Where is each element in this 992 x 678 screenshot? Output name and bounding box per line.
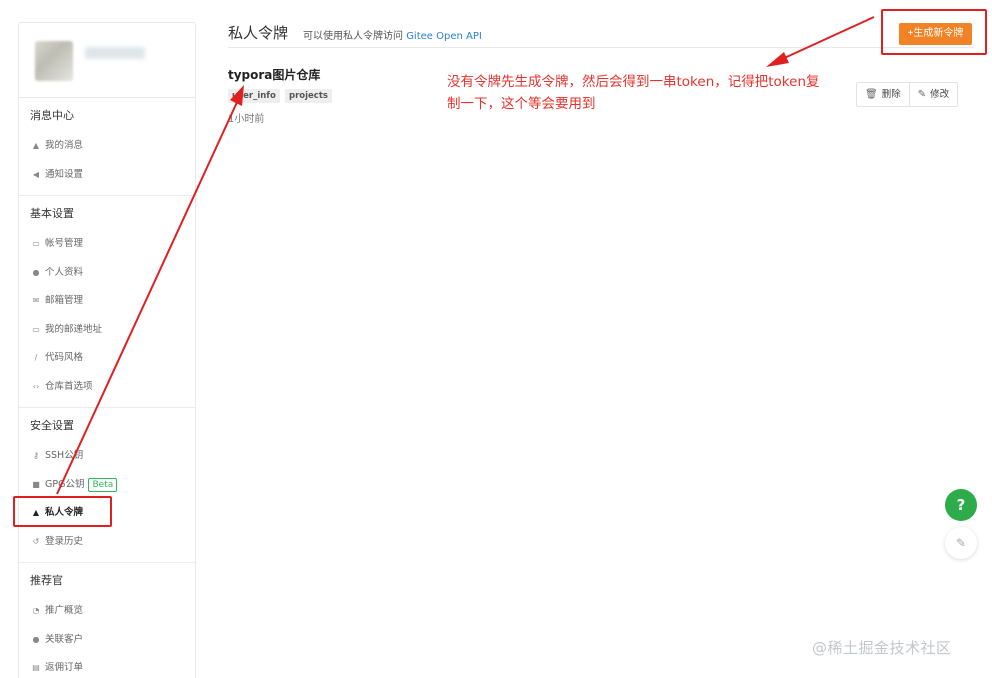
- bell-icon: ▲: [32, 141, 40, 150]
- sidebar-item-repo-preferences[interactable]: ‹› 仓库首选项: [19, 373, 195, 402]
- group-title-referral: 推荐官: [30, 574, 63, 587]
- sidebar-item-notification-settings[interactable]: ◀ 通知设置: [19, 161, 195, 190]
- arrow-head-top: [766, 52, 789, 67]
- code-icon: ‹›: [32, 381, 40, 391]
- page-header: 私人令牌 可以使用私人令牌访问 Gitee Open API +生成新令牌: [228, 20, 974, 48]
- sidebar-item-label: 仓库首选项: [45, 380, 93, 392]
- users-icon: ●: [32, 634, 40, 644]
- user-icon: ●: [32, 267, 40, 277]
- sidebar-item-code-style[interactable]: / 代码风格: [19, 344, 195, 373]
- sidebar-item-label: 关联客户: [45, 633, 84, 645]
- lock-icon: ■: [32, 479, 40, 489]
- menu-group-messages: 消息中心 ▲ 我的消息 ◀ 通知设置: [19, 100, 195, 196]
- scope-tag-user-info: user_info: [228, 89, 280, 103]
- sidebar-item-label: 我的邮递地址: [45, 323, 103, 335]
- edit-icon: ✎: [917, 89, 927, 100]
- delete-button[interactable]: 🗑 删除: [857, 83, 909, 106]
- avatar[interactable]: [35, 41, 73, 81]
- sidebar-item-address[interactable]: ▭ 我的邮递地址: [19, 316, 195, 345]
- highlight-box-generate: [881, 9, 987, 55]
- watermark: @稀土掘金技术社区: [812, 639, 952, 657]
- sidebar-item-label: 帐号管理: [45, 238, 84, 249]
- sidebar-item-commission-orders[interactable]: ▤ 返佣订单: [19, 654, 195, 678]
- sidebar-item-label: 代码风格: [45, 352, 84, 363]
- sidebar-item-promo-overview[interactable]: ◔ 推广概览: [19, 597, 195, 626]
- speaker-icon: ◀: [32, 169, 40, 179]
- key-icon: ⚷: [33, 451, 39, 460]
- edit-button[interactable]: ✎ 修改: [908, 83, 958, 106]
- sidebar-item-label: 返佣订单: [45, 662, 84, 673]
- sidebar-item-label: 登录历史: [45, 535, 84, 547]
- annotation-note: 没有令牌先生成令牌，然后会得到一串token，记得把token复制一下，这个等会…: [447, 74, 820, 112]
- history-icon: ↺: [32, 536, 40, 546]
- beta-badge: Beta: [88, 477, 118, 492]
- edit-label: 修改: [930, 89, 950, 100]
- group-title-security: 安全设置: [30, 419, 74, 432]
- trash-icon: 🗑: [865, 89, 878, 100]
- order-icon: ▤: [32, 663, 40, 672]
- sidebar-item-label: 推广概览: [45, 605, 84, 616]
- sidebar-item-login-history[interactable]: ↺ 登录历史: [19, 528, 195, 557]
- menu-group-referral: 推荐官 ◔ 推广概览 ● 关联客户 ▤ 返佣订单: [19, 565, 195, 678]
- brush-icon: /: [34, 353, 38, 362]
- menu-group-basic: 基本设置 ▭ 帐号管理 ● 个人资料 ✉ 邮箱管理 ▭ 我的邮递地址 / 代码风…: [19, 198, 195, 408]
- group-title-messages: 消息中心: [30, 109, 74, 122]
- edit-icon: ✎: [955, 536, 967, 550]
- sidebar-item-label: 邮箱管理: [45, 295, 84, 306]
- token-name: typora图片仓库: [228, 68, 321, 82]
- sidebar-item-label: 我的消息: [45, 140, 84, 151]
- profile-card[interactable]: [19, 23, 195, 98]
- username-blurred: [85, 47, 145, 59]
- menu-group-security: 安全设置 ⚷ SSH公钥 ■ GPG公钥 Beta ▲ 私人令牌 ↺ 登录历史: [19, 410, 195, 563]
- sidebar-item-linked-customers[interactable]: ● 关联客户: [19, 626, 195, 655]
- subtitle-text: 可以使用私人令牌访问: [303, 31, 403, 42]
- page-subtitle: 可以使用私人令牌访问 Gitee Open API: [303, 27, 482, 42]
- sidebar-item-email[interactable]: ✉ 邮箱管理: [19, 287, 195, 316]
- sidebar-item-label: 通知设置: [45, 168, 84, 180]
- token-actions: 🗑 删除 ✎ 修改: [856, 82, 959, 107]
- feedback-button[interactable]: ✎: [945, 527, 977, 559]
- sidebar-item-profile[interactable]: ● 个人资料: [19, 259, 195, 288]
- mail-icon: ✉: [32, 296, 40, 305]
- address-card-icon: ▭: [32, 324, 40, 334]
- open-api-link[interactable]: Gitee Open API: [406, 31, 482, 42]
- sidebar-item-label: GPG公钥: [45, 478, 85, 490]
- help-button[interactable]: ?: [945, 489, 977, 521]
- sidebar-item-account[interactable]: ▭ 帐号管理: [19, 230, 195, 259]
- sidebar-item-ssh-keys[interactable]: ⚷ SSH公钥: [19, 442, 195, 471]
- chart-icon: ◔: [32, 606, 40, 615]
- token-created-time: 1小时前: [228, 114, 265, 125]
- delete-label: 删除: [881, 89, 901, 100]
- sidebar-item-label: 个人资料: [45, 266, 84, 278]
- highlight-box-private-token: [13, 496, 112, 527]
- page-title: 私人令牌: [228, 24, 289, 42]
- scope-tag-projects: projects: [285, 89, 332, 103]
- sidebar-item-my-messages[interactable]: ▲ 我的消息: [19, 132, 195, 161]
- sidebar-item-label: SSH公钥: [45, 450, 84, 461]
- settings-sidebar: 消息中心 ▲ 我的消息 ◀ 通知设置 基本设置 ▭ 帐号管理 ● 个人资料 ✉ …: [18, 22, 196, 678]
- sidebar-item-gpg-keys[interactable]: ■ GPG公钥 Beta: [19, 471, 195, 500]
- group-title-basic: 基本设置: [30, 207, 74, 220]
- id-card-icon: ▭: [32, 239, 40, 248]
